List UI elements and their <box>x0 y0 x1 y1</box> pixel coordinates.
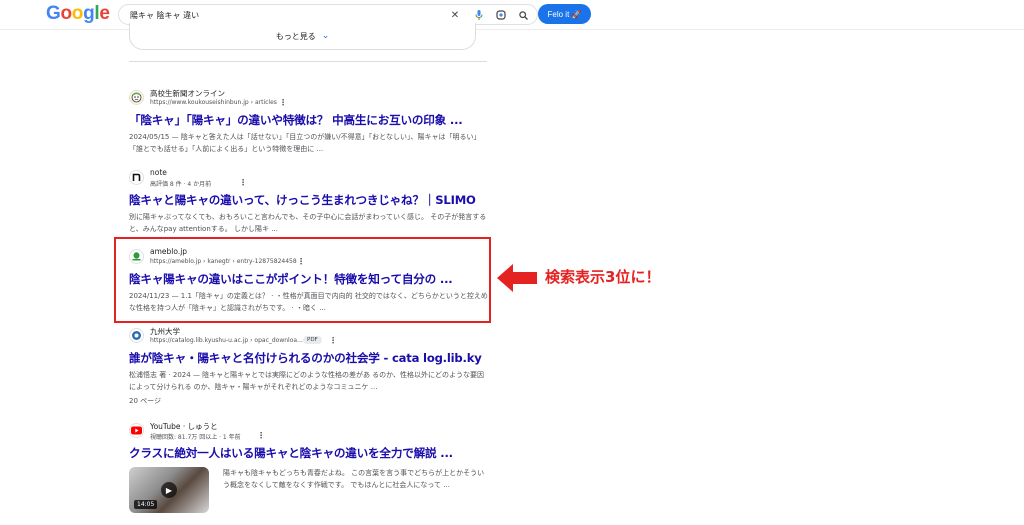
more-options-icon[interactable]: ⋮ <box>329 336 337 345</box>
more-results-button[interactable]: もっと見る ⌄ <box>129 23 476 50</box>
search-result: 高校生新聞オンライン https://www.koukouseishinbun.… <box>129 88 489 155</box>
result-source[interactable]: 高校生新聞オンライン https://www.koukouseishinbun.… <box>129 88 489 110</box>
search-result: YouTube · しゅうと 視聴回数: 81.7万 回以上 · 1 年前 ⋮ … <box>129 421 489 515</box>
chevron-down-icon: ⌄ <box>321 31 330 41</box>
site-name: 高校生新聞オンライン <box>150 89 225 98</box>
felo-it-button[interactable]: Felo it 🚀 <box>538 4 591 24</box>
site-url: https://catalog.lib.kyushu-u.ac.jp › opa… <box>150 337 303 344</box>
result-title-link[interactable]: 「陰キャ」「陽キャ」の違いや特徴は？ 中高生にお互いの印象 ... <box>129 112 489 128</box>
result-snippet: 松浦悟志 著 · 2024 — 陰キャと陽キャとでは実際にどのような性格の差があ… <box>129 371 485 391</box>
result-title-link[interactable]: 陰キャと陽キャの違いって、けっこう生まれつきじゃね？｜SLIMO <box>129 192 489 208</box>
search-result: 九州大学 https://catalog.lib.kyushu-u.ac.jp … <box>129 326 489 406</box>
youtube-favicon-icon <box>129 423 144 438</box>
search-input[interactable] <box>130 7 430 23</box>
site-meta: 高評価 8 件 · 4 か月前 <box>150 181 212 188</box>
result-title-link[interactable]: 誰が陰キャ・陽キャと名付けられるのかの社会学 - cata log.lib.ky <box>129 350 489 366</box>
more-options-icon[interactable]: ⋮ <box>279 98 287 107</box>
result-source[interactable]: 九州大学 https://catalog.lib.kyushu-u.ac.jp … <box>129 326 489 348</box>
kyushu-univ-favicon-icon <box>129 328 144 343</box>
result-source[interactable]: YouTube · しゅうと 視聴回数: 81.7万 回以上 · 1 年前 ⋮ <box>129 421 489 443</box>
video-preview: ▶ 14:05 陽キャも陰キャもどっちも青春だよね。 この言葉を言う事でどちらが… <box>129 467 489 515</box>
search-result: note 高評価 8 件 · 4 か月前 ⋮ 陰キャと陽キャの違いって、けっこう… <box>129 168 489 235</box>
result-snippet: 陽キャも陰キャもどっちも青春だよね。 この言葉を言う事でどちらが上とかそういう概… <box>223 469 485 489</box>
divider <box>129 61 487 62</box>
result-snippet: 別に陽キャぶってなくても、おもろいこと言わんでも、その子中心に会話がまわっていく… <box>129 213 487 233</box>
pdf-badge: PDF <box>303 336 322 344</box>
site-name: note <box>150 168 167 177</box>
result-title-link[interactable]: クラスに絶対一人はいる陽キャと陰キャの違いを全力で解説 ... <box>129 445 489 461</box>
page-count: 20 ページ <box>129 397 161 405</box>
clear-icon[interactable]: ✕ <box>449 9 461 21</box>
left-arrow-icon <box>497 264 537 292</box>
more-options-icon[interactable]: ⋮ <box>257 431 265 440</box>
result-source[interactable]: note 高評価 8 件 · 4 か月前 ⋮ <box>129 168 489 190</box>
site-url: https://www.koukouseishinbun.jp › articl… <box>150 99 277 106</box>
lens-icon[interactable] <box>495 9 507 21</box>
microphone-icon[interactable] <box>473 9 485 21</box>
site-name: YouTube · しゅうと <box>150 422 218 431</box>
highlight-box <box>114 237 491 323</box>
google-logo[interactable]: Google <box>46 3 110 25</box>
koukousei-favicon-icon <box>129 90 144 105</box>
video-thumbnail[interactable]: ▶ 14:05 <box>129 467 209 513</box>
result-snippet: 2024/05/15 — 陰キャと答えた人は「話せない」「目立つのが嫌い/不得意… <box>129 133 481 153</box>
play-icon: ▶ <box>161 482 177 498</box>
site-name: 九州大学 <box>150 327 180 336</box>
annotation-text: 検索表示3位に！ <box>545 268 661 286</box>
more-options-icon[interactable]: ⋮ <box>239 178 247 187</box>
search-box: ✕ <box>118 4 538 25</box>
video-duration: 14:05 <box>134 500 158 509</box>
note-favicon-icon <box>129 170 144 185</box>
site-meta: 視聴回数: 81.7万 回以上 · 1 年前 <box>150 434 241 441</box>
search-icon[interactable] <box>517 9 529 21</box>
